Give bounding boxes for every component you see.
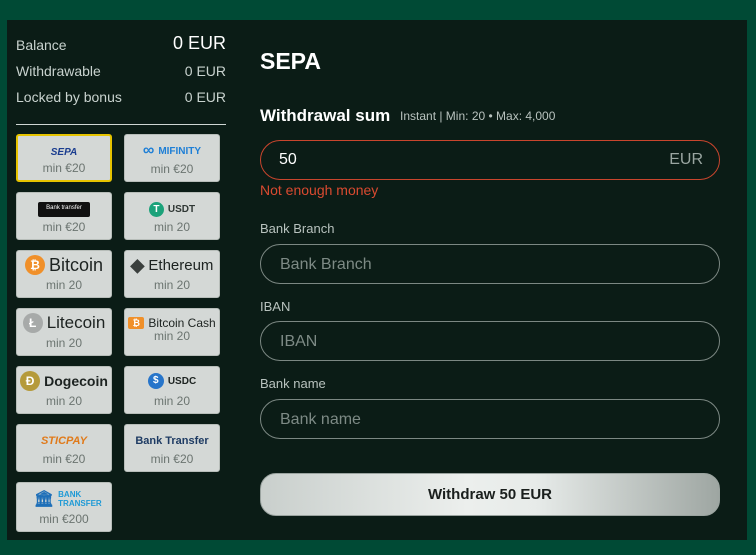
withdrawal-form: SEPA Withdrawal sum Instant | Min: 20 • … [260,20,730,540]
method-min: min €20 [42,220,86,234]
ethereum-logo-text: Ethereum [148,256,214,274]
balance-value: 0 EUR [172,33,226,53]
sticpay-logo-text: STICPAY [40,435,88,447]
withdrawable-label: Withdrawable [16,63,101,79]
sepa-logo: SEPA [18,142,110,162]
bitcoin-cash-icon: ₿ [128,317,145,329]
iban-input[interactable] [278,322,702,362]
method-min: min 20 [153,220,191,234]
method-card-sticpay[interactable]: STICPAY min €20 [16,424,112,472]
method-card-ethereum[interactable]: ◆ Ethereum min 20 [124,250,220,298]
bank-transfer-2-logo-text: Bank Transfer [135,435,209,447]
bitcoin-logo: ₿ Bitcoin [17,255,111,275]
dogecoin-logo-text: Dogecoin [44,373,108,389]
bank-name-input[interactable] [278,400,702,440]
bank-transfer-3-logo: 🏛 BANK TRANSFER [17,489,111,509]
bank-branch-label: Bank Branch [260,221,335,236]
method-card-usdc[interactable]: $ USDC min 20 [124,366,220,414]
iban-field[interactable] [260,321,720,362]
withdrawal-sum-value[interactable]: 50 [279,151,297,169]
infinity-icon: ∞ [142,142,155,159]
usdc-icon: $ [147,373,164,389]
method-min: min 20 [153,278,191,292]
method-card-litecoin[interactable]: Ł Litecoin min 20 [16,308,112,356]
method-min: min 20 [45,394,83,408]
method-min: min €20 [42,452,86,466]
method-card-mifinity[interactable]: ∞ MIFINITY min €20 [124,134,220,182]
method-min: min €20 [150,452,194,466]
withdrawable-row: Withdrawable 0 EUR [16,59,226,85]
balance-label: Balance [16,37,67,53]
method-min: min €20 [150,162,194,176]
balance-row: Balance 0 EUR [16,33,226,59]
bank-name-label: Bank name [260,376,326,391]
method-min: min €20 [42,161,86,175]
method-min: min 20 [153,329,191,343]
locked-bonus-value: 0 EUR [184,89,226,105]
usdc-logo-text: USDC [167,375,197,387]
divider [16,124,226,125]
method-card-dogecoin[interactable]: Ð Dogecoin min 20 [16,366,112,414]
bitcoin-cash-logo-text: Bitcoin Cash [148,316,216,330]
bank-name-field[interactable] [260,399,720,440]
bank-icon: 🏛 [33,491,55,508]
method-min: min €200 [39,512,89,526]
ethereum-logo: ◆ Ethereum [125,255,219,275]
method-card-bitcoin-cash[interactable]: ₿ Bitcoin Cash min 20 [124,308,220,356]
bitcoin-logo-text: Bitcoin [48,254,104,275]
bank-transfer-2-logo: Bank Transfer [125,431,219,451]
mifinity-logo-text: MIFINITY [158,145,202,157]
balance-and-methods: Balance 0 EUR Withdrawable 0 EUR Locked … [16,33,226,532]
withdrawal-sum-input[interactable]: 50 EUR [260,140,720,180]
method-card-bank-transfer-3[interactable]: 🏛 BANK TRANSFER min €200 [16,482,112,532]
litecoin-logo: Ł Litecoin [17,313,111,333]
mifinity-logo: ∞ MIFINITY [125,141,219,161]
iban-label: IBAN [260,299,291,314]
method-min: min 20 [153,394,191,408]
bank-transfer-logo: Bank transfer [17,199,111,219]
withdrawal-sum-currency: EUR [669,151,703,168]
withdrawal-sum-hint: Instant | Min: 20 • Max: 4,000 [400,109,556,123]
bank-transfer-logo-text: Bank transfer [38,201,90,217]
bitcoin-icon: ₿ [24,255,45,275]
bank-branch-input[interactable] [278,245,702,285]
ethereum-icon: ◆ [130,254,145,275]
litecoin-logo-text: Litecoin [46,313,106,332]
usdc-logo: $ USDC [125,371,219,391]
method-min: min 20 [45,336,83,350]
withdrawal-sum-label: Withdrawal sum [260,106,391,125]
method-card-bank-transfer-2[interactable]: Bank Transfer min €20 [124,424,220,472]
method-card-sepa[interactable]: SEPA min €20 [16,134,112,182]
litecoin-icon: Ł [22,313,43,333]
locked-bonus-row: Locked by bonus 0 EUR [16,85,226,111]
error-message: Not enough money [260,182,379,198]
dogecoin-icon: Ð [20,371,41,391]
bank-transfer-3-logo-text: BANK TRANSFER [58,490,102,508]
withdrawal-panel: Balance 0 EUR Withdrawable 0 EUR Locked … [7,20,747,540]
usdt-logo-text: USDT [167,203,196,215]
usdt-logo: T USDT [125,199,219,219]
method-card-bank-transfer[interactable]: Bank transfer min €20 [16,192,112,240]
method-card-bitcoin[interactable]: ₿ Bitcoin min 20 [16,250,112,298]
bank-branch-field[interactable] [260,244,720,285]
withdrawable-value: 0 EUR [184,63,226,79]
sepa-logo-text: SEPA [50,146,78,158]
method-card-usdt[interactable]: T USDT min 20 [124,192,220,240]
method-min: min 20 [45,278,83,292]
tether-icon: T [148,201,164,217]
locked-bonus-label: Locked by bonus [16,89,122,105]
page-title: SEPA [260,48,321,74]
withdraw-button[interactable]: Withdraw 50 EUR [260,473,720,516]
dogecoin-logo: Ð Dogecoin [17,371,111,391]
sticpay-logo: STICPAY [17,431,111,451]
